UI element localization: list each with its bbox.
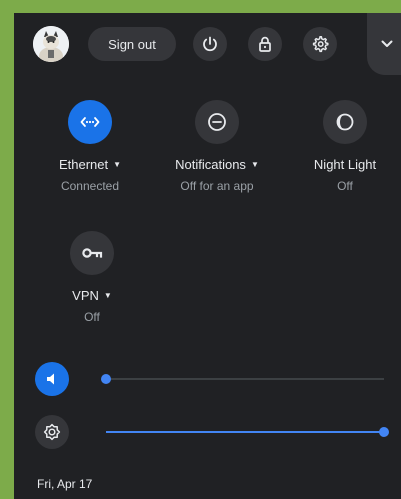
quick-settings-panel: Sign out Ethernet ▼ Connected Notificati… — [14, 13, 401, 499]
ethernet-toggle[interactable] — [68, 100, 112, 144]
brightness-slider-fill — [106, 431, 384, 433]
do-not-disturb-icon — [208, 113, 226, 131]
volume-slider[interactable] — [101, 374, 384, 384]
night-light-icon — [336, 113, 354, 131]
lock-button[interactable] — [248, 27, 282, 61]
user-avatar[interactable] — [33, 26, 69, 62]
sign-out-button[interactable]: Sign out — [88, 27, 176, 61]
avatar-icon — [33, 26, 69, 62]
vpn-key-icon — [82, 248, 103, 258]
vpn-toggle[interactable] — [70, 231, 114, 275]
feature-tile-ethernet[interactable]: Ethernet ▼ Connected — [35, 100, 145, 193]
notifications-status: Off for an app — [180, 179, 254, 193]
lock-icon — [259, 36, 271, 52]
vpn-menu-caret-icon[interactable]: ▼ — [104, 291, 112, 300]
night-light-status: Off — [337, 179, 353, 193]
ethernet-menu-caret-icon[interactable]: ▼ — [113, 160, 121, 169]
night-light-toggle[interactable] — [323, 100, 367, 144]
notifications-label: Notifications — [175, 156, 246, 172]
volume-icon — [47, 373, 54, 385]
notifications-menu-caret-icon[interactable]: ▼ — [251, 160, 259, 169]
vpn-status: Off — [84, 310, 100, 324]
brightness-button[interactable] — [35, 415, 69, 449]
brightness-slider-row — [14, 412, 401, 452]
date-label: Fri, Apr 17 — [37, 477, 93, 491]
quick-settings-topbar: Sign out — [14, 13, 401, 77]
brightness-slider[interactable] — [106, 427, 389, 437]
power-button[interactable] — [193, 27, 227, 61]
ethernet-label: Ethernet — [58, 156, 109, 172]
collapse-button[interactable] — [367, 13, 401, 75]
volume-mute-button[interactable] — [35, 362, 69, 396]
gear-icon — [312, 36, 329, 53]
feature-tile-night-light[interactable]: Night Light Off — [290, 100, 400, 193]
notifications-toggle[interactable] — [195, 100, 239, 144]
chevron-down-icon — [381, 40, 393, 47]
vpn-label: VPN — [72, 287, 99, 303]
settings-button[interactable] — [303, 27, 337, 61]
volume-slider-thumb[interactable] — [101, 374, 111, 384]
brightness-icon — [43, 423, 61, 441]
power-icon — [203, 36, 217, 52]
volume-slider-row — [14, 359, 401, 399]
feature-tile-notifications[interactable]: Notifications ▼ Off for an app — [162, 100, 272, 193]
brightness-slider-thumb[interactable] — [379, 427, 389, 437]
night-light-label: Night Light — [313, 156, 377, 172]
feature-tile-vpn[interactable]: VPN ▼ Off — [37, 231, 147, 324]
ethernet-icon — [80, 117, 100, 127]
ethernet-status: Connected — [60, 179, 120, 193]
